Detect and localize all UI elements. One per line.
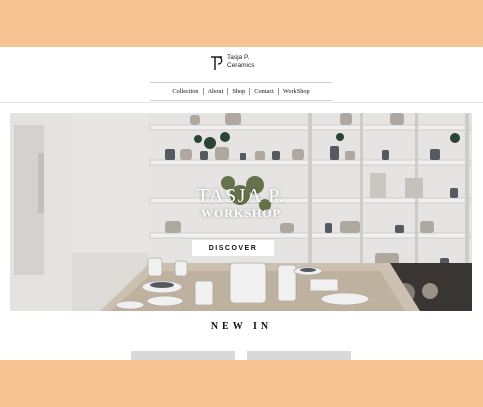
hero-banner: TASJA P. WORKSHOP DISCOVER <box>10 113 472 311</box>
nav-item-about[interactable]: About <box>202 88 228 95</box>
hero-subtitle: WORKSHOP <box>200 206 281 220</box>
nav-item-shop[interactable]: Shop <box>227 88 249 95</box>
website-page: Tasja P. Ceramics Collection About Shop … <box>0 47 483 360</box>
main-navigation: Collection About Shop Contact WorkShop <box>150 82 332 101</box>
hero-title: TASJA P. <box>196 185 286 207</box>
nav-item-contact[interactable]: Contact <box>249 88 278 95</box>
nav-item-workshop[interactable]: WorkShop <box>277 88 314 95</box>
product-card-2[interactable] <box>247 351 351 360</box>
new-in-heading: NEW IN <box>210 321 273 332</box>
product-card-1[interactable] <box>131 351 235 360</box>
brand-logo[interactable]: Tasja P. Ceramics <box>210 54 254 74</box>
brand-name: Tasja P. Ceramics <box>227 54 254 69</box>
nav-item-collection[interactable]: Collection <box>168 88 202 95</box>
header-divider <box>0 102 483 103</box>
brand-name-line2: Ceramics <box>227 61 255 69</box>
tp-logo-icon <box>211 56 223 70</box>
discover-button[interactable]: DISCOVER <box>192 240 274 256</box>
brand-name-line1: Tasja P. <box>227 54 250 61</box>
